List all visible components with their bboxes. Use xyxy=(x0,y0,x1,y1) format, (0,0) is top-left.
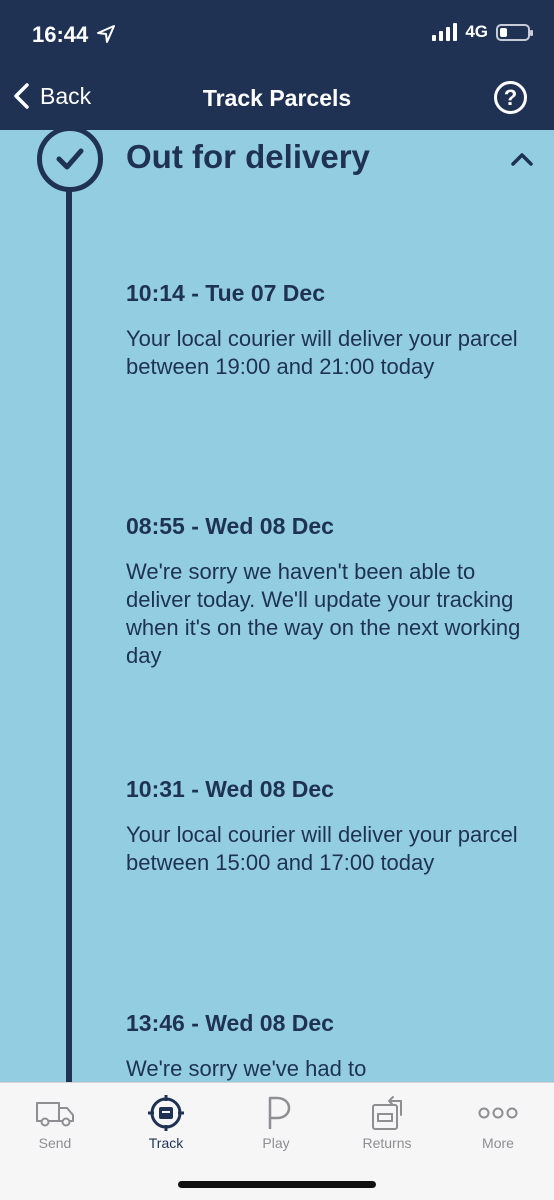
target-parcel-icon xyxy=(148,1095,184,1131)
more-dots-icon xyxy=(478,1107,518,1119)
event-description: We're sorry we haven't been able to deli… xyxy=(126,559,521,668)
tab-more[interactable]: More xyxy=(458,1095,538,1151)
help-icon: ? xyxy=(503,84,518,110)
network-type: 4G xyxy=(465,22,488,41)
event-time: 10:31 - Wed 08 Dec xyxy=(126,776,334,802)
tab-label: Returns xyxy=(362,1135,412,1151)
timeline-line xyxy=(66,185,72,1090)
tab-track[interactable]: Track xyxy=(126,1095,206,1151)
event-description: Your local courier will deliver your par… xyxy=(126,326,518,379)
tab-label: Track xyxy=(148,1135,184,1151)
tab-label: More xyxy=(482,1135,514,1151)
tracking-event: 10:14 - Tue 07 Dec Your local courier wi… xyxy=(126,280,526,381)
status-time: 16:44 xyxy=(32,22,89,47)
van-icon xyxy=(36,1102,74,1127)
tab-play[interactable]: Play xyxy=(236,1095,316,1151)
event-time: 10:14 - Tue 07 Dec xyxy=(126,280,326,306)
event-description: We're sorry we've had to xyxy=(126,1056,367,1081)
tracking-event: 10:31 - Wed 08 Dec Your local courier wi… xyxy=(126,776,526,877)
tab-label: Send xyxy=(38,1135,72,1151)
returns-box-icon xyxy=(372,1096,402,1130)
event-description: Your local courier will deliver your par… xyxy=(126,822,518,875)
section-title: Out for delivery xyxy=(126,138,370,175)
tab-label: Play xyxy=(262,1135,290,1151)
event-time: 13:46 - Wed 08 Dec xyxy=(126,1010,334,1036)
tracking-event: 08:55 - Wed 08 Dec We're sorry we haven'… xyxy=(126,513,526,670)
tab-send[interactable]: Send xyxy=(15,1095,95,1151)
check-icon xyxy=(56,148,84,170)
check-circle-icon xyxy=(37,126,103,192)
help-button[interactable]: ? xyxy=(494,81,527,114)
signal-icon xyxy=(432,23,458,41)
header: 16:44 4G Back Track Parcels ? xyxy=(0,0,554,130)
location-arrow-icon xyxy=(97,25,115,43)
event-time: 08:55 - Wed 08 Dec xyxy=(126,513,334,539)
battery-icon xyxy=(496,23,533,41)
tab-returns[interactable]: Returns xyxy=(347,1095,427,1151)
chevron-up-icon[interactable] xyxy=(510,150,534,168)
tracking-event: 13:46 - Wed 08 Dec We're sorry we've had… xyxy=(126,1010,526,1083)
page-title: Track Parcels xyxy=(202,85,352,111)
play-p-icon xyxy=(268,1096,291,1129)
home-indicator xyxy=(178,1181,376,1188)
status-indicators: 4G xyxy=(432,22,533,42)
